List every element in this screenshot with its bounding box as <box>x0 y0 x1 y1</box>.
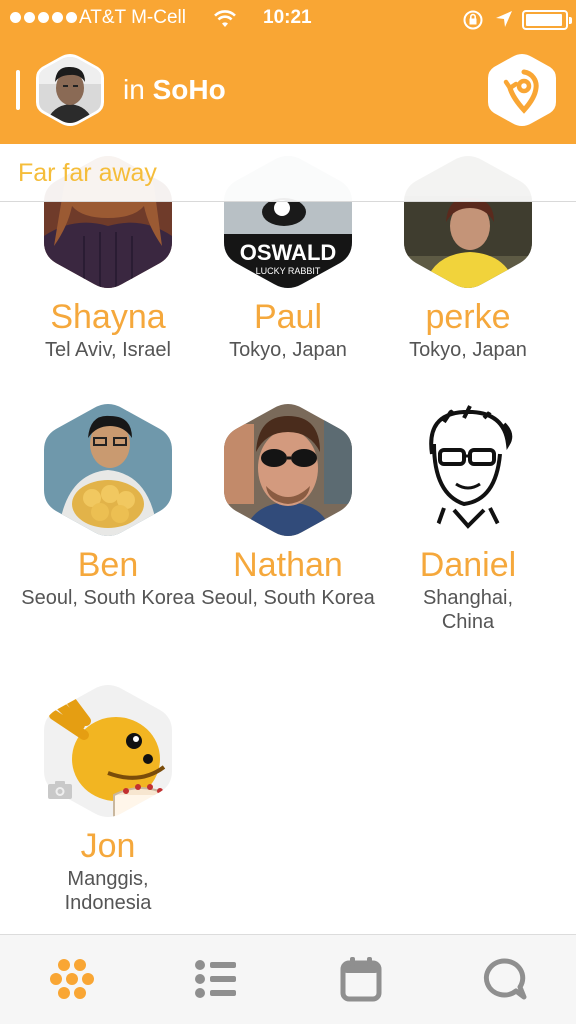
status-time: 10:21 <box>263 7 312 28</box>
person-location: Seoul, South Korea <box>201 587 375 609</box>
person-location: Shanghai, China <box>422 587 514 633</box>
person-location: Manggis, Indonesia <box>64 868 152 914</box>
tab-list[interactable] <box>192 955 240 1003</box>
person-location: Seoul, South Korea <box>21 587 195 609</box>
checkin-button[interactable] <box>488 54 556 126</box>
person-name: Jon <box>80 827 136 865</box>
avatar-text-1: OSWALD <box>240 240 337 265</box>
avatar-text-2: LUCKY RABBIT <box>256 266 321 276</box>
location-prefix: in <box>123 74 145 105</box>
navigation-bar: in SoHo <box>0 40 576 144</box>
person-name: Ben <box>77 546 139 584</box>
tab-messages[interactable] <box>480 955 528 1003</box>
person-name: Paul <box>253 298 323 336</box>
chat-bubble-icon <box>483 958 527 1000</box>
person-avatar <box>404 404 532 536</box>
carrier-name: AT&T M-Cell <box>79 7 186 28</box>
section-title: Far far away <box>18 159 157 187</box>
person-location: Tokyo, Japan <box>229 339 347 361</box>
person-card-jon[interactable]: Jon Manggis, Indonesia <box>18 685 198 915</box>
person-location: Tel Aviv, Israel <box>45 339 171 361</box>
list-icon <box>195 960 236 998</box>
battery-icon <box>522 10 572 30</box>
current-user-avatar[interactable] <box>36 54 104 126</box>
person-name: perke <box>425 298 511 336</box>
person-location: Tokyo, Japan <box>409 339 527 361</box>
person-avatar <box>44 404 172 536</box>
person-card-daniel[interactable]: Daniel Shanghai, China <box>378 404 558 634</box>
current-location-label: in SoHo <box>123 74 226 106</box>
signal-strength-icon <box>10 12 77 23</box>
location-place: SoHo <box>152 74 226 105</box>
tab-calendar[interactable] <box>337 955 385 1003</box>
status-bar: AT&T M-Cell 10:21 <box>0 0 576 40</box>
tab-bar <box>0 934 576 1024</box>
menu-handle[interactable] <box>16 70 20 110</box>
hexagon-grid-icon <box>50 959 94 999</box>
location-arrow-icon <box>496 11 512 27</box>
rotation-lock-icon <box>463 10 483 30</box>
section-header: Far far away <box>0 144 576 202</box>
person-card-ben[interactable]: Ben Seoul, South Korea <box>18 404 198 610</box>
person-name: Daniel <box>419 546 517 584</box>
people-grid: Shayna Tel Aviv, Israel OSWALD LUCKY RAB… <box>0 144 576 934</box>
person-name: Shayna <box>50 298 166 336</box>
top-header: AT&T M-Cell 10:21 in SoHo <box>0 0 576 144</box>
person-name: Nathan <box>233 546 343 584</box>
calendar-icon <box>340 957 382 1002</box>
wifi-icon <box>214 10 236 27</box>
person-card-nathan[interactable]: Nathan Seoul, South Korea <box>198 404 378 610</box>
person-avatar <box>224 404 352 536</box>
tab-people[interactable] <box>48 955 96 1003</box>
camera-icon <box>48 781 72 799</box>
